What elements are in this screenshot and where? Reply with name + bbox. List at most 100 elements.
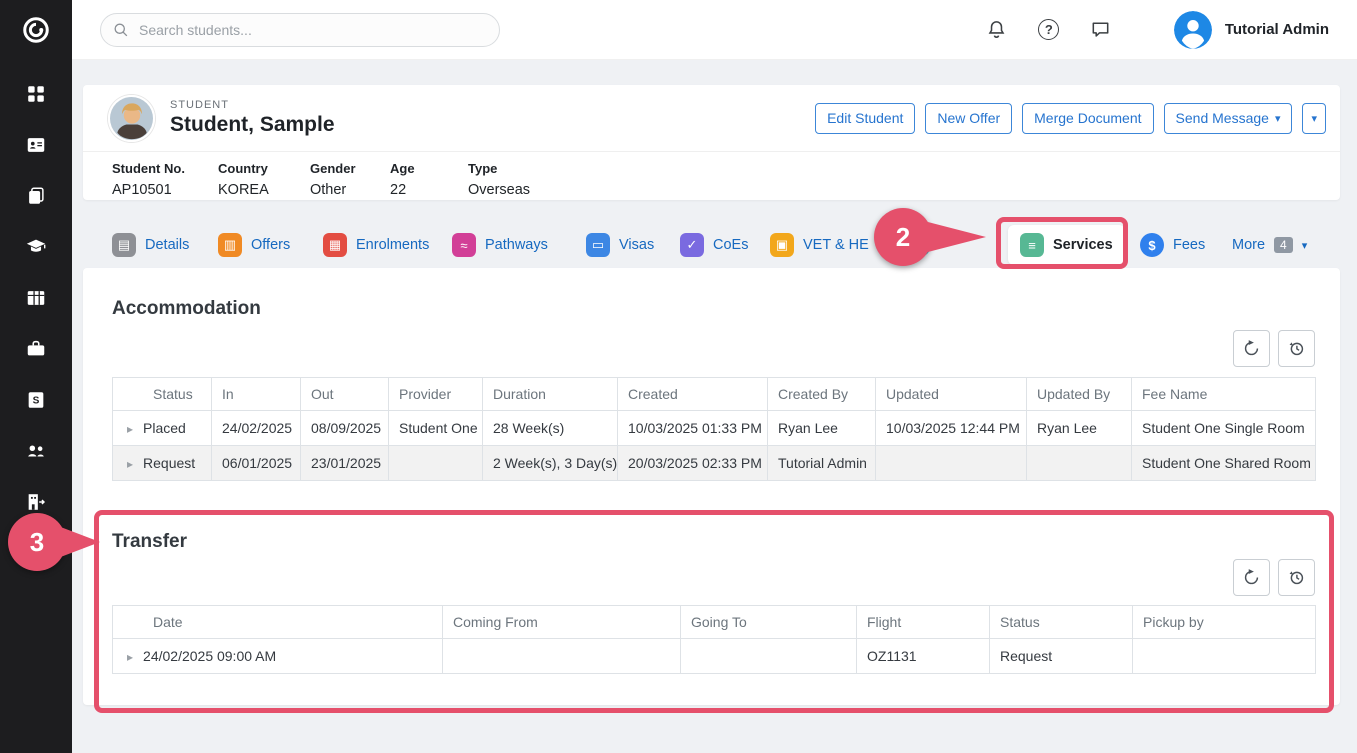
community-icon[interactable] (16, 439, 56, 463)
edit-student-button[interactable]: Edit Student (815, 103, 915, 134)
tab-vet-he[interactable]: ▣ VET & HE (770, 233, 869, 257)
col-date[interactable]: Date (113, 606, 443, 639)
svg-text:S: S (33, 396, 40, 407)
info-label-age: Age (390, 161, 468, 176)
info-value-type: Overseas (468, 182, 588, 198)
info-label-student-no: Student No. (112, 161, 218, 176)
tab-visas[interactable]: ▭ Visas (586, 233, 654, 257)
services-icon: ≡ (1020, 233, 1044, 257)
info-label-gender: Gender (310, 161, 390, 176)
student-actions: Edit Student New Offer Merge Document Se… (815, 103, 1326, 134)
col-status[interactable]: Status (113, 378, 212, 411)
offers-icon: ▥ (218, 233, 242, 257)
accommodation-title: Accommodation (112, 268, 1315, 320)
help-icon[interactable]: ? (1036, 17, 1062, 43)
annotation-step-3-callout: 3 (8, 513, 66, 571)
dashboard-icon[interactable] (16, 82, 56, 106)
services-panel: Accommodation Status In Out Provider Dur… (83, 268, 1340, 705)
chevron-down-icon: ▾ (1302, 239, 1308, 252)
col-flight[interactable]: Flight (857, 606, 990, 639)
documents-icon[interactable] (16, 184, 56, 208)
agents-icon[interactable] (16, 337, 56, 361)
user-menu[interactable]: Tutorial Admin (1174, 11, 1329, 49)
finance-icon[interactable]: S (16, 388, 56, 412)
col-going-to[interactable]: Going To (681, 606, 857, 639)
col-in[interactable]: In (212, 378, 301, 411)
chat-icon[interactable] (1088, 17, 1114, 43)
user-name: Tutorial Admin (1225, 21, 1329, 38)
sidebar-nav: S (16, 60, 56, 514)
user-avatar-icon (1174, 11, 1212, 49)
col-updated[interactable]: Updated (876, 378, 1027, 411)
accommodation-toolbar (112, 330, 1315, 367)
more-actions-dropdown-button[interactable]: ▾ (1302, 103, 1326, 134)
tab-more[interactable]: More 4 ▾ (1232, 237, 1307, 253)
history-button[interactable] (1278, 330, 1315, 367)
history-button[interactable] (1278, 559, 1315, 596)
col-fee-name[interactable]: Fee Name (1132, 378, 1316, 411)
contacts-icon[interactable] (16, 133, 56, 157)
history-icon (1287, 339, 1306, 358)
chevron-down-icon: ▾ (1275, 112, 1281, 125)
merge-document-button[interactable]: Merge Document (1022, 103, 1153, 134)
student-info-row: Student No. AP10501 Country KOREA Gender… (83, 151, 1340, 198)
courses-icon[interactable] (16, 235, 56, 259)
accommodation-row[interactable]: ▸Request 06/01/2025 23/01/2025 2 Week(s)… (113, 446, 1316, 481)
tab-services[interactable]: ≡ Services (1008, 225, 1125, 265)
coes-icon: ✓ (680, 233, 704, 257)
visas-icon: ▭ (586, 233, 610, 257)
info-value-age: 22 (390, 182, 468, 198)
transfer-header-row: Date Coming From Going To Flight Status … (113, 606, 1316, 639)
expand-caret-icon[interactable]: ▸ (127, 650, 133, 664)
refresh-button[interactable] (1233, 559, 1270, 596)
main-content: STUDENT Student, Sample Edit Student New… (72, 60, 1357, 753)
details-icon: ▤ (112, 233, 136, 257)
accommodation-header-row: Status In Out Provider Duration Created … (113, 378, 1316, 411)
accommodation-row[interactable]: ▸Placed 24/02/2025 08/09/2025 Student On… (113, 411, 1316, 446)
send-message-button[interactable]: Send Message▾ (1164, 103, 1293, 134)
transfer-toolbar (112, 559, 1315, 596)
col-created[interactable]: Created (618, 378, 768, 411)
tab-fees[interactable]: $ Fees (1140, 233, 1205, 257)
info-value-student-no: AP10501 (112, 182, 218, 198)
col-coming-from[interactable]: Coming From (443, 606, 681, 639)
vet-he-icon: ▣ (770, 233, 794, 257)
campus-icon[interactable] (16, 490, 56, 514)
student-type-label: STUDENT (170, 99, 335, 111)
info-label-country: Country (218, 161, 310, 176)
info-label-type: Type (468, 161, 588, 176)
col-out[interactable]: Out (301, 378, 389, 411)
student-tabs: ▤ Details ▥ Offers ▦ Enrolments ≈ Pathwa… (83, 222, 1340, 268)
transfer-row[interactable]: ▸24/02/2025 09:00 AM OZ1131 Request (113, 639, 1316, 674)
col-provider[interactable]: Provider (389, 378, 483, 411)
pathways-icon: ≈ (452, 233, 476, 257)
student-header-card: STUDENT Student, Sample Edit Student New… (83, 85, 1340, 200)
tab-pathways[interactable]: ≈ Pathways (452, 233, 548, 257)
refresh-icon (1242, 339, 1261, 358)
col-pickup-by[interactable]: Pickup by (1133, 606, 1316, 639)
app-logo[interactable] (0, 0, 72, 60)
expand-caret-icon[interactable]: ▸ (127, 422, 133, 436)
topbar-actions: ? Tutorial Admin (984, 11, 1329, 49)
col-duration[interactable]: Duration (483, 378, 618, 411)
refresh-button[interactable] (1233, 330, 1270, 367)
accommodation-table: Status In Out Provider Duration Created … (112, 377, 1316, 481)
tab-enrolments[interactable]: ▦ Enrolments (323, 233, 429, 257)
col-status[interactable]: Status (990, 606, 1133, 639)
transfer-table: Date Coming From Going To Flight Status … (112, 605, 1316, 674)
notifications-bell-icon[interactable] (984, 17, 1010, 43)
search-input[interactable] (100, 13, 500, 47)
tab-details[interactable]: ▤ Details (112, 233, 189, 257)
tab-offers[interactable]: ▥ Offers (218, 233, 290, 257)
expand-caret-icon[interactable]: ▸ (127, 457, 133, 471)
search-icon (111, 20, 131, 40)
chevron-down-icon: ▾ (1311, 112, 1317, 125)
tables-icon[interactable] (16, 286, 56, 310)
student-photo[interactable] (108, 95, 155, 142)
tab-coes[interactable]: ✓ CoEs (680, 233, 748, 257)
col-updated-by[interactable]: Updated By (1027, 378, 1132, 411)
info-value-country: KOREA (218, 182, 310, 198)
transfer-title: Transfer (112, 481, 1315, 553)
new-offer-button[interactable]: New Offer (925, 103, 1012, 134)
col-created-by[interactable]: Created By (768, 378, 876, 411)
